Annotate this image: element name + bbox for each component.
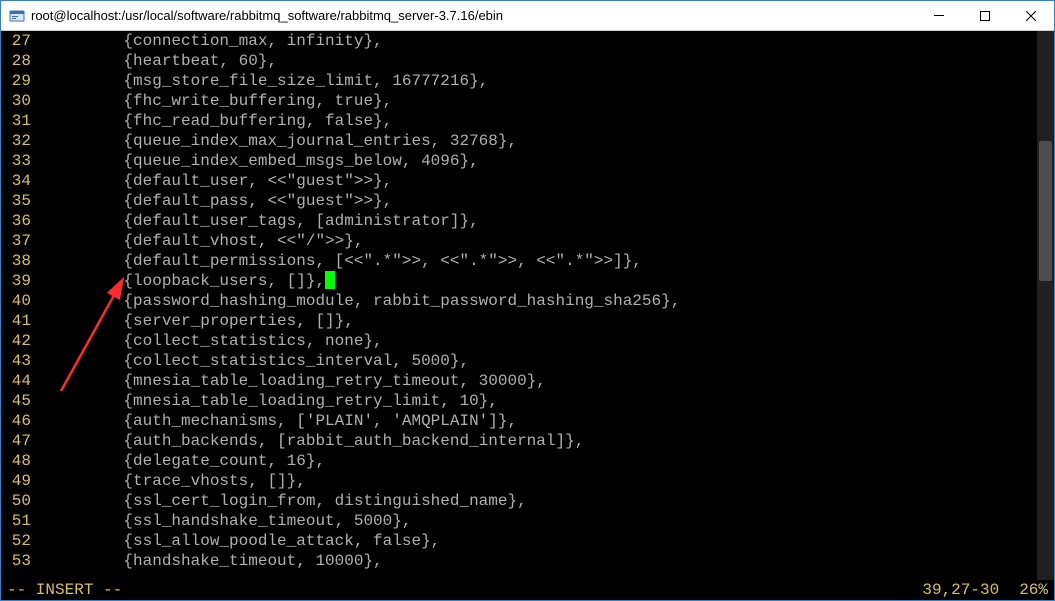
code-text[interactable]: {server_properties, []}, [37,311,354,331]
line-number: 36 [1,211,37,231]
line-number: 29 [1,71,37,91]
code-text[interactable]: {auth_backends, [rabbit_auth_backend_int… [37,431,584,451]
mode-indicator: -- INSERT -- [7,580,122,600]
code-line[interactable]: 41 {server_properties, []}, [1,311,1054,331]
code-line[interactable]: 52 {ssl_allow_poodle_attack, false}, [1,531,1054,551]
line-number: 49 [1,471,37,491]
vim-statusbar: -- INSERT -- 39,27-30 26% [1,580,1054,600]
code-text[interactable]: {default_user_tags, [administrator]}, [37,211,479,231]
line-number: 28 [1,51,37,71]
code-line[interactable]: 47 {auth_backends, [rabbit_auth_backend_… [1,431,1054,451]
code-text[interactable]: {collect_statistics, none}, [37,331,383,351]
code-line[interactable]: 27 {connection_max, infinity}, [1,31,1054,51]
line-number: 39 [1,271,37,291]
line-number: 46 [1,411,37,431]
line-number: 33 [1,151,37,171]
line-number: 40 [1,291,37,311]
code-line[interactable]: 36 {default_user_tags, [administrator]}, [1,211,1054,231]
code-line[interactable]: 30 {fhc_write_buffering, true}, [1,91,1054,111]
code-line[interactable]: 40 {password_hashing_module, rabbit_pass… [1,291,1054,311]
line-number: 38 [1,251,37,271]
app-icon [9,8,25,24]
code-text[interactable]: {password_hashing_module, rabbit_passwor… [37,291,680,311]
code-text[interactable]: {trace_vhosts, []}, [37,471,306,491]
line-number: 44 [1,371,37,391]
code-line[interactable]: 33 {queue_index_embed_msgs_below, 4096}, [1,151,1054,171]
code-line[interactable]: 39 {loopback_users, []}, [1,271,1054,291]
code-text[interactable]: {fhc_write_buffering, true}, [37,91,392,111]
cursor-position: 39,27-30 [922,580,999,600]
code-line[interactable]: 32 {queue_index_max_journal_entries, 327… [1,131,1054,151]
code-line[interactable]: 28 {heartbeat, 60}, [1,51,1054,71]
line-number: 31 [1,111,37,131]
terminal-window: root@localhost:/usr/local/software/rabbi… [0,0,1055,601]
code-text[interactable]: {ssl_cert_login_from, distinguished_name… [37,491,527,511]
code-line[interactable]: 31 {fhc_read_buffering, false}, [1,111,1054,131]
code-text[interactable]: {ssl_allow_poodle_attack, false}, [37,531,440,551]
text-cursor [325,271,335,289]
scroll-percent: 26% [1019,580,1048,600]
window-title: root@localhost:/usr/local/software/rabbi… [31,8,916,23]
line-number: 50 [1,491,37,511]
code-text[interactable]: {auth_mechanisms, ['PLAIN', 'AMQPLAIN']}… [37,411,517,431]
scrollbar-thumb[interactable] [1039,141,1052,281]
line-number: 37 [1,231,37,251]
code-line[interactable]: 42 {collect_statistics, none}, [1,331,1054,351]
code-line[interactable]: 37 {default_vhost, <<"/">>}, [1,231,1054,251]
titlebar[interactable]: root@localhost:/usr/local/software/rabbi… [1,1,1054,31]
window-controls [916,1,1054,30]
code-text[interactable]: {default_permissions, [<<".*">>, <<".*">… [37,251,642,271]
line-number: 51 [1,511,37,531]
minimize-button[interactable] [916,1,962,30]
line-number: 47 [1,431,37,451]
line-number: 30 [1,91,37,111]
code-line[interactable]: 35 {default_pass, <<"guest">>}, [1,191,1054,211]
code-text[interactable]: {msg_store_file_size_limit, 16777216}, [37,71,488,91]
line-number: 35 [1,191,37,211]
line-number: 52 [1,531,37,551]
code-text[interactable]: {queue_index_max_journal_entries, 32768}… [37,131,517,151]
code-line[interactable]: 34 {default_user, <<"guest">>}, [1,171,1054,191]
code-text[interactable]: {mnesia_table_loading_retry_limit, 10}, [37,391,498,411]
line-number: 43 [1,351,37,371]
code-text[interactable]: {mnesia_table_loading_retry_timeout, 300… [37,371,546,391]
code-line[interactable]: 45 {mnesia_table_loading_retry_limit, 10… [1,391,1054,411]
line-number: 53 [1,551,37,571]
code-line[interactable]: 48 {delegate_count, 16}, [1,451,1054,471]
close-button[interactable] [1008,1,1054,30]
code-line[interactable]: 50 {ssl_cert_login_from, distinguished_n… [1,491,1054,511]
vertical-scrollbar[interactable] [1037,31,1054,580]
code-text[interactable]: {handshake_timeout, 10000}, [37,551,383,571]
code-text[interactable]: {ssl_handshake_timeout, 5000}, [37,511,411,531]
line-number: 32 [1,131,37,151]
code-text[interactable]: {default_pass, <<"guest">>}, [37,191,392,211]
code-line[interactable]: 49 {trace_vhosts, []}, [1,471,1054,491]
code-text[interactable]: {default_user, <<"guest">>}, [37,171,392,191]
line-number: 41 [1,311,37,331]
code-text[interactable]: {connection_max, infinity}, [37,31,383,51]
terminal-viewport[interactable]: 27 {connection_max, infinity},28 {heartb… [1,31,1054,600]
code-line[interactable]: 43 {collect_statistics_interval, 5000}, [1,351,1054,371]
code-line[interactable]: 46 {auth_mechanisms, ['PLAIN', 'AMQPLAIN… [1,411,1054,431]
maximize-button[interactable] [962,1,1008,30]
code-text[interactable]: {heartbeat, 60}, [37,51,277,71]
code-line[interactable]: 44 {mnesia_table_loading_retry_timeout, … [1,371,1054,391]
code-text[interactable]: {delegate_count, 16}, [37,451,325,471]
code-text[interactable]: {queue_index_embed_msgs_below, 4096}, [37,151,479,171]
code-text[interactable]: {loopback_users, []}, [37,271,325,291]
code-area[interactable]: 27 {connection_max, infinity},28 {heartb… [1,31,1054,571]
code-text[interactable]: {default_vhost, <<"/">>}, [37,231,363,251]
code-line[interactable]: 51 {ssl_handshake_timeout, 5000}, [1,511,1054,531]
code-line[interactable]: 38 {default_permissions, [<<".*">>, <<".… [1,251,1054,271]
code-text[interactable]: {collect_statistics_interval, 5000}, [37,351,469,371]
line-number: 27 [1,31,37,51]
code-line[interactable]: 29 {msg_store_file_size_limit, 16777216}… [1,71,1054,91]
code-text[interactable]: {fhc_read_buffering, false}, [37,111,392,131]
line-number: 42 [1,331,37,351]
line-number: 34 [1,171,37,191]
line-number: 45 [1,391,37,411]
line-number: 48 [1,451,37,471]
code-line[interactable]: 53 {handshake_timeout, 10000}, [1,551,1054,571]
